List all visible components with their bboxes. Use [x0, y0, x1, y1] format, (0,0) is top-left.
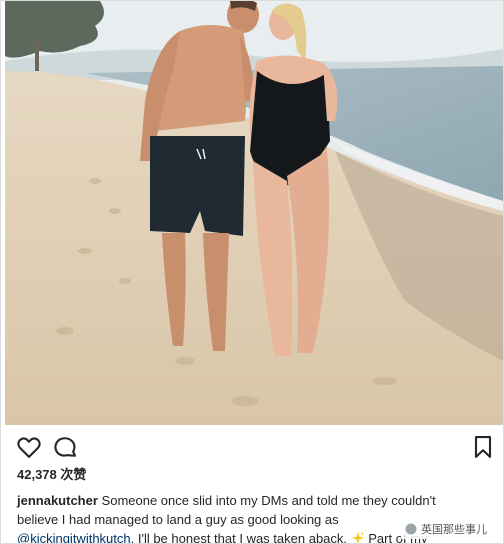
heart-icon[interactable]	[15, 433, 43, 461]
instagram-post: 42,378 次赞 jennakutcher Someone once slid…	[0, 0, 504, 544]
caption-text-line2: believe I had managed to land a guy as g…	[17, 512, 339, 527]
caption-text-line3: . I'll be honest that I was taken aback.	[130, 531, 348, 544]
beach-couple-photo	[5, 1, 503, 425]
caption-mention[interactable]: @kickingitwithkutch	[17, 531, 131, 543]
comment-icon[interactable]	[51, 433, 79, 461]
watermark-text: 英国那些事儿	[421, 524, 487, 536]
sparkles-emoji-icon	[351, 531, 364, 543]
bookmark-icon[interactable]	[469, 433, 497, 461]
post-photo[interactable]	[5, 1, 503, 425]
likes-count[interactable]: 42,378 次赞	[17, 464, 86, 483]
action-bar	[1, 425, 503, 465]
caption-username[interactable]: jennakutcher	[17, 493, 98, 508]
watermark: 英国那些事儿	[401, 519, 491, 539]
caption-text-line1: Someone once slid into my DMs and told m…	[101, 493, 436, 508]
wechat-logo-icon	[405, 523, 417, 535]
